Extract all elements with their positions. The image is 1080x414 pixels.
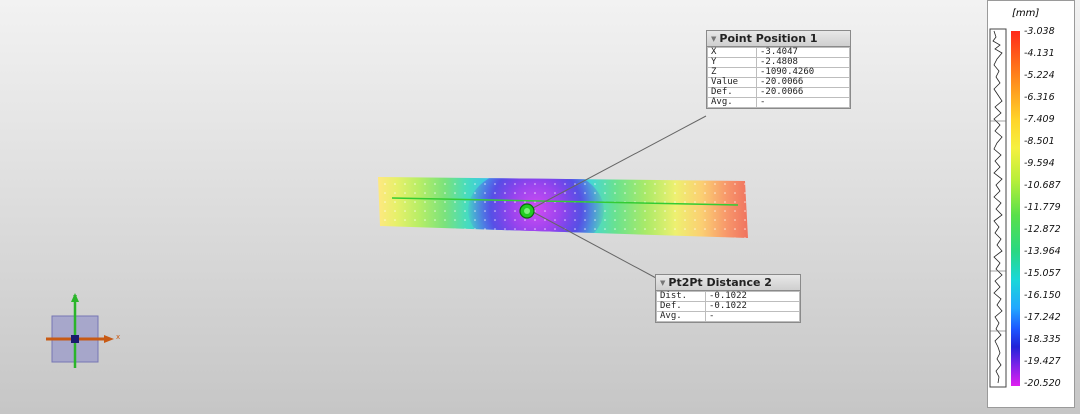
row-label: Y xyxy=(707,57,757,68)
row-value: -20.0066 xyxy=(756,87,850,98)
legend-tick: -11.779 xyxy=(1024,202,1061,213)
row-value: -1090.4260 xyxy=(756,67,850,78)
color-legend[interactable]: [mm] -3.038 -4.131 -5.224 -6.316 -7.409 … xyxy=(987,0,1075,408)
axis-triad: y x xyxy=(46,293,120,368)
legend-tick: -9.594 xyxy=(1024,158,1055,169)
legend-tick: -5.224 xyxy=(1024,70,1055,81)
table-row: Y -2.4808 xyxy=(707,57,850,68)
point-position-panel[interactable]: ▼ Point Position 1 X -3.4047 Y -2.4808 Z -10… xyxy=(706,30,851,109)
row-value: -3.4047 xyxy=(756,47,850,58)
legend-tick: -3.038 xyxy=(1024,26,1055,37)
row-label: Def. xyxy=(656,301,706,312)
point-position-panel-header[interactable]: ▼ Point Position 1 xyxy=(707,31,850,47)
row-label: Def. xyxy=(707,87,757,98)
legend-tick: -4.131 xyxy=(1024,48,1055,59)
row-value: - xyxy=(705,311,800,322)
point-position-table: X -3.4047 Y -2.4808 Z -1090.4260 Value -20.0… xyxy=(707,47,850,108)
legend-tick: -20.520 xyxy=(1024,378,1061,389)
legend-tick: -6.316 xyxy=(1024,92,1055,103)
axis-y-label: y xyxy=(73,293,77,301)
table-row: Def. -20.0066 xyxy=(707,87,850,98)
table-row: X -3.4047 xyxy=(707,47,850,58)
collapse-triangle-icon[interactable]: ▼ xyxy=(711,35,716,43)
legend-tick: -18.335 xyxy=(1024,334,1061,345)
collapse-triangle-icon[interactable]: ▼ xyxy=(660,279,665,287)
row-value: -2.4808 xyxy=(756,57,850,68)
table-row: Dist. -0.1022 xyxy=(656,291,800,302)
table-row: Def. -0.1022 xyxy=(656,301,800,312)
legend-tick: -16.150 xyxy=(1024,290,1061,301)
distance-panel-title: Pt2Pt Distance 2 xyxy=(668,276,772,289)
table-row: Z -1090.4260 xyxy=(707,67,850,78)
3d-viewport[interactable]: y x ▼ Point Position 1 X -3.4047 Y -2.4808 … xyxy=(0,0,975,414)
distance-panel-header[interactable]: ▼ Pt2Pt Distance 2 xyxy=(656,275,800,291)
measurement-point-marker-core xyxy=(524,208,530,214)
row-value: -0.1022 xyxy=(705,291,800,302)
legend-tick: -7.409 xyxy=(1024,114,1055,125)
distance-panel[interactable]: ▼ Pt2Pt Distance 2 Dist. -0.1022 Def. -0.10… xyxy=(655,274,801,323)
row-label: Dist. xyxy=(656,291,706,302)
distance-table: Dist. -0.1022 Def. -0.1022 Avg. - xyxy=(656,291,800,322)
table-row: Avg. - xyxy=(656,311,800,322)
row-label: X xyxy=(707,47,757,58)
deviation-color-map[interactable] xyxy=(370,166,760,254)
table-row: Value -20.0066 xyxy=(707,77,850,88)
row-label: Value xyxy=(707,77,757,88)
legend-tick: -17.242 xyxy=(1024,312,1061,323)
legend-color-bar xyxy=(1011,31,1020,386)
legend-tick: -12.872 xyxy=(1024,224,1061,235)
legend-tick: -10.687 xyxy=(1024,180,1061,191)
row-value: -20.0066 xyxy=(756,77,850,88)
row-label: Z xyxy=(707,67,757,78)
row-value: - xyxy=(756,97,850,108)
table-row: Avg. - xyxy=(707,97,850,108)
legend-tick: -8.501 xyxy=(1024,136,1055,147)
legend-tick: -13.964 xyxy=(1024,246,1061,257)
legend-tick: -15.057 xyxy=(1024,268,1061,279)
point-position-panel-title: Point Position 1 xyxy=(719,32,818,45)
legend-unit: [mm] xyxy=(1012,8,1040,19)
axis-x-label: x xyxy=(116,333,120,341)
row-value: -0.1022 xyxy=(705,301,800,312)
legend-tick: -19.427 xyxy=(1024,356,1061,367)
row-label: Avg. xyxy=(656,311,706,322)
row-label: Avg. xyxy=(707,97,757,108)
